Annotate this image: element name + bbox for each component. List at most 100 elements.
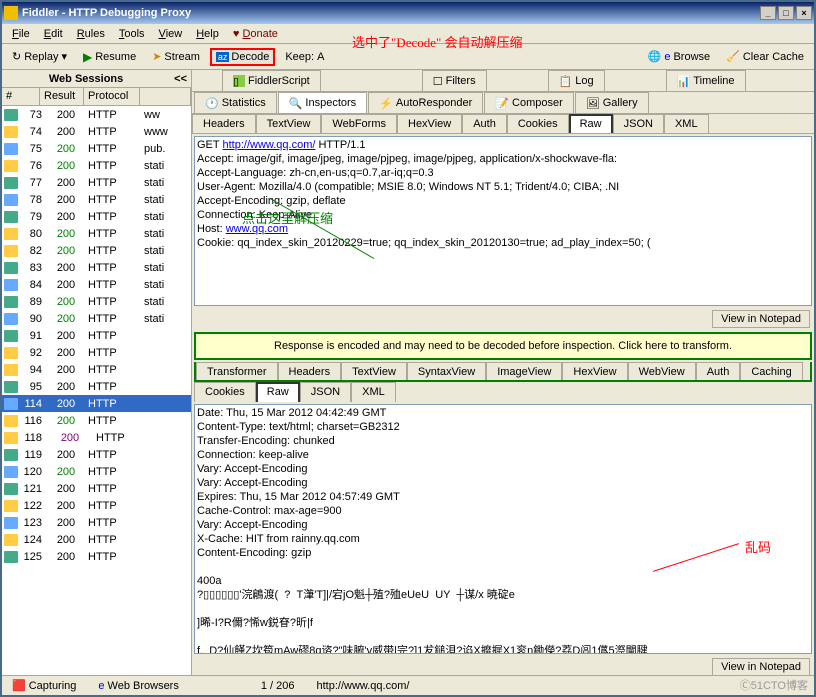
menu-file[interactable]: File	[6, 26, 36, 42]
session-row[interactable]: 94200HTTP	[2, 361, 191, 378]
tab-filters[interactable]: ☐ Filters	[422, 70, 487, 91]
response-raw-pane[interactable]: Date: Thu, 15 Mar 2012 04:42:49 GMT Cont…	[194, 404, 812, 654]
session-row[interactable]: 84200HTTPstati	[2, 276, 191, 293]
session-row[interactable]: 79200HTTPstati	[2, 208, 191, 225]
tab-composer[interactable]: 📝 Composer	[484, 92, 573, 113]
session-row[interactable]: 83200HTTPstati	[2, 259, 191, 276]
session-row[interactable]: 74200HTTPwww	[2, 123, 191, 140]
watermark: Ⓒ51CTO博客	[740, 677, 808, 693]
session-row[interactable]: 80200HTTPstati	[2, 225, 191, 242]
sessions-header: Web Sessions <<	[2, 70, 191, 88]
maximize-button[interactable]: □	[778, 6, 794, 20]
resptab-hexview[interactable]: HexView	[562, 362, 627, 380]
resptab-raw[interactable]: Raw	[256, 382, 300, 402]
reqtab-raw[interactable]: Raw	[569, 114, 613, 133]
view-notepad-button-2[interactable]: View in Notepad	[712, 658, 810, 676]
session-row[interactable]: 90200HTTPstati	[2, 310, 191, 327]
top-tabs-2: 🕐 Statistics 🔍 Inspectors ⚡ AutoResponde…	[192, 92, 814, 114]
tab-inspectors[interactable]: 🔍 Inspectors	[278, 92, 367, 113]
col-result[interactable]: Result	[40, 88, 84, 105]
annotation-decode: 选中了"Decode" 会自动解压缩	[352, 32, 523, 51]
top-tabs-1: ▯FiddlerScript ☐ Filters 📋 Log 📊 Timelin…	[192, 70, 814, 92]
replay-button[interactable]: ↻ Replay ▾	[6, 48, 73, 65]
reqtab-textview[interactable]: TextView	[256, 114, 322, 133]
resptab-imageview[interactable]: ImageView	[486, 362, 562, 380]
tab-statistics[interactable]: 🕐 Statistics	[194, 92, 277, 113]
menu-donate[interactable]: ♥ Donate	[227, 26, 284, 42]
reqtab-json[interactable]: JSON	[613, 114, 664, 133]
view-notepad-button[interactable]: View in Notepad	[712, 310, 810, 328]
resume-button[interactable]: ▶ Resume	[77, 48, 142, 66]
session-row[interactable]: 82200HTTPstati	[2, 242, 191, 259]
menu-tools[interactable]: Tools	[113, 26, 151, 42]
decode-button[interactable]: az Decode	[210, 48, 275, 66]
stream-button[interactable]: ➤ Stream	[146, 48, 206, 65]
sessions-panel: Web Sessions << # Result Protocol 73200H…	[2, 70, 192, 678]
session-row[interactable]: 116200HTTP	[2, 412, 191, 429]
keep-button[interactable]: Keep: A	[279, 49, 330, 65]
menu-edit[interactable]: Edit	[38, 26, 69, 42]
session-row[interactable]: 89200HTTPstati	[2, 293, 191, 310]
menu-help[interactable]: Help	[190, 26, 225, 42]
sessions-columns: # Result Protocol	[2, 88, 191, 106]
session-row[interactable]: 124200HTTP	[2, 531, 191, 548]
tab-autoresponder[interactable]: ⚡ AutoResponder	[368, 92, 483, 113]
close-button[interactable]: ×	[796, 6, 812, 20]
reqtab-auth[interactable]: Auth	[462, 114, 507, 133]
reqtab-headers[interactable]: Headers	[192, 114, 256, 133]
tab-timeline[interactable]: 📊 Timeline	[666, 70, 746, 91]
resptab-syntaxview[interactable]: SyntaxView	[407, 362, 486, 380]
collapse-button[interactable]: <<	[170, 73, 191, 85]
annotation-click-decode: 点击这里解压缩	[242, 208, 333, 227]
resptab-auth[interactable]: Auth	[696, 362, 741, 380]
session-row[interactable]: 114200HTTP	[2, 395, 191, 412]
minimize-button[interactable]: _	[760, 6, 776, 20]
status-url: http://www.qq.com/	[311, 680, 416, 692]
resptab-caching[interactable]: Caching	[740, 362, 802, 380]
session-row[interactable]: 92200HTTP	[2, 344, 191, 361]
resptab-json[interactable]: JSON	[300, 382, 351, 402]
browse-button[interactable]: 🌐 e Browse	[642, 48, 717, 65]
reqtab-xml[interactable]: XML	[664, 114, 709, 133]
col-host[interactable]	[140, 88, 191, 105]
session-row[interactable]: 91200HTTP	[2, 327, 191, 344]
right-panel: ▯FiddlerScript ☐ Filters 📋 Log 📊 Timelin…	[192, 70, 814, 678]
resptab-textview[interactable]: TextView	[341, 362, 407, 380]
session-row[interactable]: 121200HTTP	[2, 480, 191, 497]
resptab-xml[interactable]: XML	[351, 382, 396, 402]
transform-bar[interactable]: Response is encoded and may need to be d…	[194, 332, 812, 360]
sessions-list[interactable]: 73200HTTPww74200HTTPwww75200HTTPpub.7620…	[2, 106, 191, 678]
resptab-transformer[interactable]: Transformer	[196, 362, 278, 380]
session-row[interactable]: 125200HTTP	[2, 548, 191, 565]
menu-view[interactable]: View	[153, 26, 189, 42]
session-row[interactable]: 77200HTTPstati	[2, 174, 191, 191]
status-count: 1 / 206	[255, 680, 301, 692]
col-protocol[interactable]: Protocol	[84, 88, 140, 105]
tab-log[interactable]: 📋 Log	[548, 70, 605, 91]
session-row[interactable]: 76200HTTPstati	[2, 157, 191, 174]
session-row[interactable]: 73200HTTPww	[2, 106, 191, 123]
session-row[interactable]: 95200HTTP	[2, 378, 191, 395]
tab-gallery[interactable]: 🖼 Gallery	[575, 92, 649, 113]
session-row[interactable]: 78200HTTPstati	[2, 191, 191, 208]
fiddler-icon	[4, 6, 18, 20]
col-num[interactable]: #	[2, 88, 40, 105]
reqtab-hexview[interactable]: HexView	[397, 114, 462, 133]
session-row[interactable]: 75200HTTPpub.	[2, 140, 191, 157]
resptab-cookies[interactable]: Cookies	[194, 382, 256, 402]
session-row[interactable]: 119200HTTP	[2, 446, 191, 463]
resptab-headers[interactable]: Headers	[278, 362, 342, 380]
menu-rules[interactable]: Rules	[71, 26, 111, 42]
status-capturing[interactable]: 🟥 Capturing	[6, 679, 82, 692]
session-row[interactable]: 122200HTTP	[2, 497, 191, 514]
status-browsers[interactable]: e Web Browsers	[92, 680, 184, 692]
reqtab-cookies[interactable]: Cookies	[507, 114, 569, 133]
response-tabs-1: TransformerHeadersTextViewSyntaxViewImag…	[194, 362, 812, 382]
session-row[interactable]: 123200HTTP	[2, 514, 191, 531]
session-row[interactable]: 120200HTTP	[2, 463, 191, 480]
session-row[interactable]: 118200HTTP	[2, 429, 191, 446]
resptab-webview[interactable]: WebView	[628, 362, 696, 380]
clear-cache-button[interactable]: 🧹 Clear Cache	[720, 48, 810, 65]
tab-fiddlerscript[interactable]: ▯FiddlerScript	[222, 70, 321, 91]
reqtab-webforms[interactable]: WebForms	[321, 114, 397, 133]
